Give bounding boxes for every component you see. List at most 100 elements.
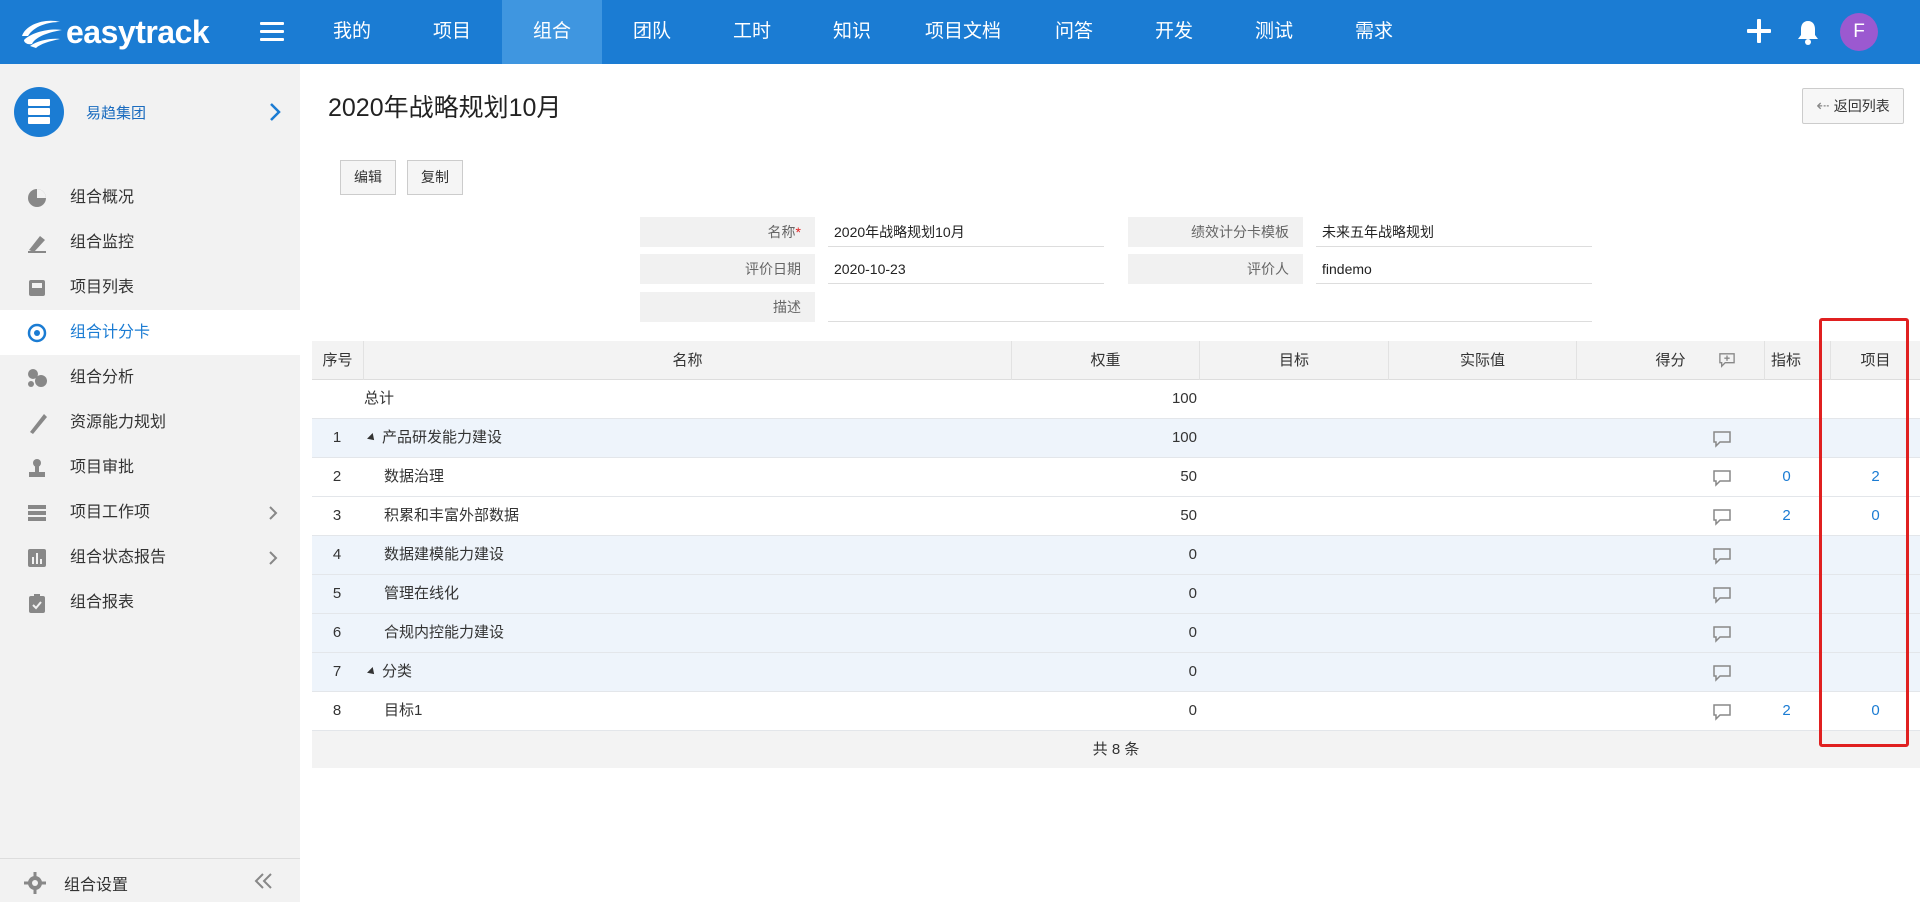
row-indicator-count[interactable] — [1742, 419, 1831, 457]
expand-triangle-icon[interactable] — [367, 433, 377, 443]
header-comment[interactable] — [1712, 341, 1742, 380]
nav-item-0[interactable]: 我的 — [302, 0, 402, 64]
comment-icon[interactable] — [1712, 469, 1732, 487]
main-nav: 我的 项目 组合 团队 工时 知识 项目文档 问答 开发 测试 需求 — [302, 0, 1424, 64]
back-to-list-label: 返回列表 — [1833, 98, 1890, 114]
table-row[interactable]: 5 管理在线化 0 — [312, 575, 1920, 614]
row-project-count[interactable] — [1831, 614, 1920, 652]
sidebar-item-1[interactable]: 组合监控 — [0, 220, 300, 265]
nav-item-7[interactable]: 问答 — [1024, 0, 1124, 64]
row-indicator-count[interactable] — [1742, 653, 1831, 691]
description-value — [828, 292, 1592, 322]
row-project-count[interactable]: 2 — [1831, 458, 1920, 496]
comment-icon[interactable] — [1712, 547, 1732, 565]
stamp-icon — [29, 459, 45, 477]
table-row[interactable]: 7 分类 0 — [312, 653, 1920, 692]
menu-toggle-icon[interactable] — [260, 22, 284, 42]
bell-icon[interactable] — [1794, 18, 1822, 46]
comment-icon[interactable] — [1712, 508, 1732, 526]
nav-item-3[interactable]: 团队 — [602, 0, 702, 64]
chevron-right-icon — [269, 551, 278, 565]
table-row[interactable]: 8 目标1 0 2 0 — [312, 692, 1920, 731]
monitor-icon — [28, 236, 46, 253]
total-weight: 100 — [1171, 390, 1197, 407]
row-project-count[interactable]: 0 — [1831, 497, 1920, 535]
sidebar-item-5[interactable]: 资源能力规划 — [0, 400, 300, 445]
table-row[interactable]: 1 产品研发能力建设 100 — [312, 419, 1920, 458]
sidebar-item-0[interactable]: 组合概况 — [0, 175, 300, 220]
logo-text: easytrack — [66, 13, 210, 50]
scorecard-table: 序号 名称 权重 目标 实际值 得分 指标 项目 总计 100 1 产品研发能力建… — [312, 341, 1920, 768]
edit-button[interactable]: 编辑 — [340, 160, 396, 195]
row-project-count[interactable] — [1831, 536, 1920, 574]
row-indicator-count[interactable] — [1742, 536, 1831, 574]
nav-item-6[interactable]: 项目文档 — [902, 0, 1024, 64]
row-project-count[interactable] — [1831, 575, 1920, 613]
comment-icon[interactable] — [1712, 430, 1732, 448]
collapse-sidebar-icon[interactable] — [254, 872, 274, 890]
comment-icon[interactable] — [1712, 664, 1732, 682]
back-to-list-button[interactable]: ⇠ 返回列表 — [1802, 88, 1904, 124]
sidebar-item-3[interactable]: 组合计分卡 — [0, 310, 300, 355]
expand-triangle-icon[interactable] — [367, 667, 377, 677]
row-name: 产品研发能力建设 — [382, 429, 503, 446]
row-indicator-count[interactable]: 2 — [1742, 497, 1831, 535]
row-index: 1 — [332, 429, 342, 446]
description-label: 描述 — [640, 292, 815, 322]
nav-item-4[interactable]: 工时 — [702, 0, 802, 64]
sidebar-item-2[interactable]: 项目列表 — [0, 265, 300, 310]
copy-button[interactable]: 复制 — [407, 160, 463, 195]
row-name: 数据治理 — [384, 468, 445, 485]
nav-item-5[interactable]: 知识 — [802, 0, 902, 64]
comment-icon[interactable] — [1712, 586, 1732, 604]
header-index: 序号 — [312, 341, 364, 380]
row-name: 管理在线化 — [384, 585, 460, 602]
row-name-cell: 产品研发能力建设 — [367, 419, 503, 457]
header-weight: 权重 — [1012, 341, 1200, 380]
gear-icon — [24, 872, 46, 894]
target-icon — [27, 323, 47, 343]
logo[interactable]: easytrack — [16, 12, 210, 52]
org-icon — [14, 87, 64, 137]
row-weight: 50 — [1180, 507, 1197, 524]
row-indicator-count[interactable]: 2 — [1742, 692, 1831, 730]
page-title: 2020年战略规划10月 — [328, 94, 562, 122]
row-project-count[interactable] — [1831, 419, 1920, 457]
row-indicator-count[interactable]: 0 — [1742, 458, 1831, 496]
row-indicator-count[interactable] — [1742, 575, 1831, 613]
table-row[interactable]: 6 合规内控能力建设 0 — [312, 614, 1920, 653]
settings-button[interactable]: 组合设置 — [24, 871, 128, 895]
comment-icon[interactable] — [1712, 625, 1732, 643]
plus-icon[interactable] — [1744, 16, 1774, 46]
sidebar-item-8[interactable]: 组合状态报告 — [0, 535, 300, 580]
sidebar-item-4[interactable]: 组合分析 — [0, 355, 300, 400]
org-switcher[interactable]: 易趋集团 — [14, 84, 294, 140]
nav-item-10[interactable]: 需求 — [1324, 0, 1424, 64]
avatar[interactable]: F — [1840, 13, 1878, 51]
comment-add-icon — [1719, 353, 1735, 368]
table-row[interactable]: 2 数据治理 50 0 2 — [312, 458, 1920, 497]
row-name-cell: 管理在线化 — [384, 575, 459, 613]
row-project-count[interactable]: 0 — [1831, 692, 1920, 730]
nav-item-1[interactable]: 项目 — [402, 0, 502, 64]
sidebar-item-6[interactable]: 项目审批 — [0, 445, 300, 490]
name-value: 2020年战略规划10月 — [828, 217, 1104, 247]
nav-item-2[interactable]: 组合 — [502, 0, 602, 64]
nav-item-8[interactable]: 开发 — [1124, 0, 1224, 64]
row-index: 6 — [332, 624, 342, 641]
comment-icon[interactable] — [1712, 703, 1732, 721]
table-row[interactable]: 4 数据建模能力建设 0 — [312, 536, 1920, 575]
row-project-count[interactable] — [1831, 653, 1920, 691]
nav-item-9[interactable]: 测试 — [1224, 0, 1324, 64]
table-row[interactable]: 3 积累和丰富外部数据 50 2 0 — [312, 497, 1920, 536]
row-name: 数据建模能力建设 — [384, 546, 505, 563]
row-name: 目标1 — [384, 702, 423, 719]
sidebar-item-7[interactable]: 项目工作项 — [0, 490, 300, 535]
sidebar-item-9[interactable]: 组合报表 — [0, 580, 300, 625]
name-label: 名称* — [640, 217, 815, 247]
row-indicator-count[interactable] — [1742, 614, 1831, 652]
date-label: 评价日期 — [640, 254, 815, 284]
settings-label: 组合设置 — [64, 877, 129, 894]
row-index: 8 — [332, 702, 342, 719]
evaluator-value: findemo — [1316, 254, 1592, 284]
